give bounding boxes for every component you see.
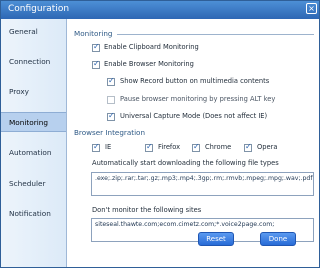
- sidebar-item-general[interactable]: General: [1, 22, 66, 42]
- pause-browser-monitoring-label: Pause browser monitoring by pressing ALT…: [120, 95, 276, 103]
- sidebar-item-connection[interactable]: Connection: [1, 52, 66, 72]
- done-button[interactable]: Done: [260, 232, 296, 246]
- reset-button[interactable]: Reset: [198, 232, 234, 246]
- sidebar-item-proxy[interactable]: Proxy: [1, 82, 66, 102]
- settings-content: Monitoring Enable Clipboard Monitoring E…: [67, 19, 319, 267]
- show-record-button-label: Show Record button on multimedia content…: [120, 77, 270, 85]
- ie-label: IE: [105, 143, 112, 151]
- settings-sidebar: General Connection Proxy Monitoring Auto…: [1, 19, 67, 267]
- chrome-label: Chrome: [205, 143, 232, 151]
- monitoring-section-title: Monitoring: [74, 29, 113, 38]
- monitoring-divider: [117, 34, 314, 35]
- opera-label: Opera: [257, 143, 278, 151]
- firefox-label: Firefox: [158, 143, 181, 151]
- universal-capture-checkbox[interactable]: [107, 111, 115, 121]
- configuration-window: Configuration × General Connection Proxy…: [0, 0, 320, 268]
- ie-checkbox[interactable]: [92, 142, 100, 152]
- file-types-label: Automatically start downloading the foll…: [92, 159, 279, 167]
- chrome-checkbox[interactable]: [192, 142, 200, 152]
- sidebar-item-automation[interactable]: Automation: [1, 143, 66, 163]
- clipboard-monitoring-label: Enable Clipboard Monitoring: [104, 43, 199, 51]
- universal-capture-label: Universal Capture Mode (Does not affect …: [120, 112, 268, 120]
- browser-integration-section-title: Browser Integration: [74, 128, 146, 137]
- sidebar-item-notification[interactable]: Notification: [1, 204, 66, 224]
- close-icon[interactable]: ×: [306, 3, 317, 14]
- window-title: Configuration: [8, 4, 70, 14]
- browser-monitoring-label: Enable Browser Monitoring: [104, 60, 194, 68]
- sidebar-item-monitoring[interactable]: Monitoring: [1, 112, 66, 132]
- file-types-textarea[interactable]: .exe;.zip;.rar;.tar;.gz;.mp3;.mp4;.3gp;.…: [91, 172, 314, 196]
- opera-checkbox[interactable]: [244, 142, 252, 152]
- clipboard-monitoring-checkbox[interactable]: [92, 42, 100, 52]
- show-record-button-checkbox[interactable]: [107, 76, 115, 86]
- sidebar-item-scheduler[interactable]: Scheduler: [1, 174, 66, 194]
- firefox-checkbox[interactable]: [145, 142, 153, 152]
- browser-monitoring-checkbox[interactable]: [92, 59, 100, 69]
- pause-browser-monitoring-checkbox[interactable]: [107, 96, 115, 104]
- excluded-sites-label: Don't monitor the following sites: [92, 206, 202, 214]
- title-bar[interactable]: Configuration ×: [1, 1, 319, 19]
